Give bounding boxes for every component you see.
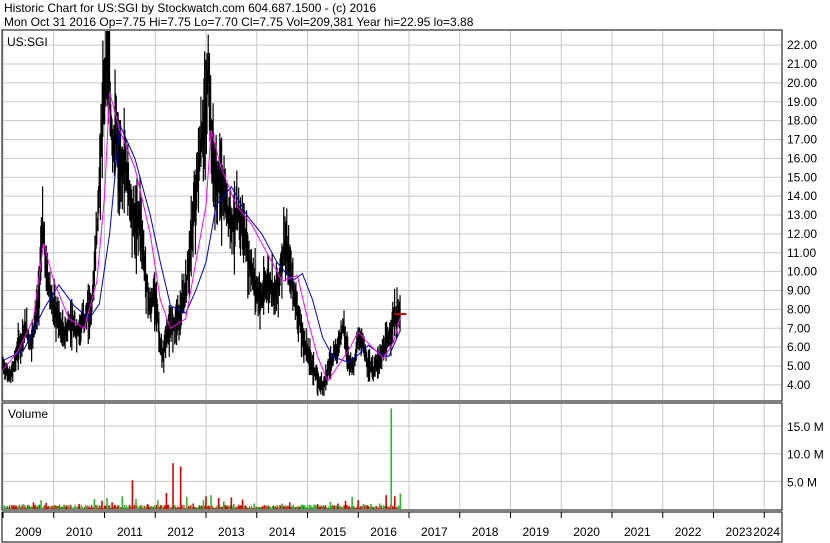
x-tick-label: 2019 [523, 525, 550, 539]
volume-tick-label: 5.0 M [787, 475, 817, 489]
x-tick-label: 2013 [218, 525, 245, 539]
x-tick-label: 2021 [624, 525, 651, 539]
price-tick-label: 20.00 [787, 76, 817, 90]
stock-chart: Historic Chart for US:SGI by Stockwatch.… [0, 0, 830, 543]
x-tick-label: 2024 [753, 525, 780, 539]
price-tick-label: 6.00 [787, 340, 811, 354]
volume-tick-label: 10.0 M [787, 448, 824, 462]
price-tick-label: 11.00 [787, 246, 816, 260]
symbol-label: US:SGI [7, 35, 48, 49]
price-tick-label: 16.00 [787, 151, 817, 165]
x-tick-label: 2012 [167, 525, 194, 539]
quote-summary: Mon Oct 31 2016 Op=7.75 Hi=7.75 Lo=7.70 … [4, 15, 474, 29]
x-tick-label: 2011 [117, 525, 143, 539]
price-tick-label: 9.00 [787, 284, 811, 298]
price-tick-label: 22.00 [787, 38, 817, 52]
price-tick-label: 12.00 [787, 227, 817, 241]
price-tick-label: 18.00 [787, 114, 817, 128]
x-tick-label: 2010 [66, 525, 93, 539]
x-tick-label: 2009 [15, 525, 42, 539]
price-tick-label: 5.00 [787, 359, 811, 373]
x-tick-label: 2018 [472, 525, 499, 539]
price-tick-label: 4.00 [787, 378, 811, 392]
x-tick-label: 2017 [421, 525, 448, 539]
price-tick-label: 14.00 [787, 189, 817, 203]
price-tick-label: 17.00 [787, 133, 817, 147]
volume-tick-label: 15.0 M [787, 420, 824, 434]
x-tick-label: 2014 [269, 525, 296, 539]
price-tick-label: 10.00 [787, 265, 817, 279]
volume-label: Volume [8, 407, 48, 421]
price-tick-label: 13.00 [787, 208, 817, 222]
x-tick-label: 2016 [370, 525, 397, 539]
x-tick-label: 2023 [726, 525, 753, 539]
x-tick-label: 2015 [320, 525, 347, 539]
price-tick-label: 21.00 [787, 57, 817, 71]
chart-title: Historic Chart for US:SGI by Stockwatch.… [4, 1, 376, 15]
price-tick-label: 8.00 [787, 302, 811, 316]
x-tick-label: 2020 [573, 525, 600, 539]
price-tick-label: 19.00 [787, 95, 817, 109]
price-tick-label: 15.00 [787, 170, 817, 184]
x-tick-label: 2022 [675, 525, 702, 539]
price-tick-label: 7.00 [787, 321, 811, 335]
